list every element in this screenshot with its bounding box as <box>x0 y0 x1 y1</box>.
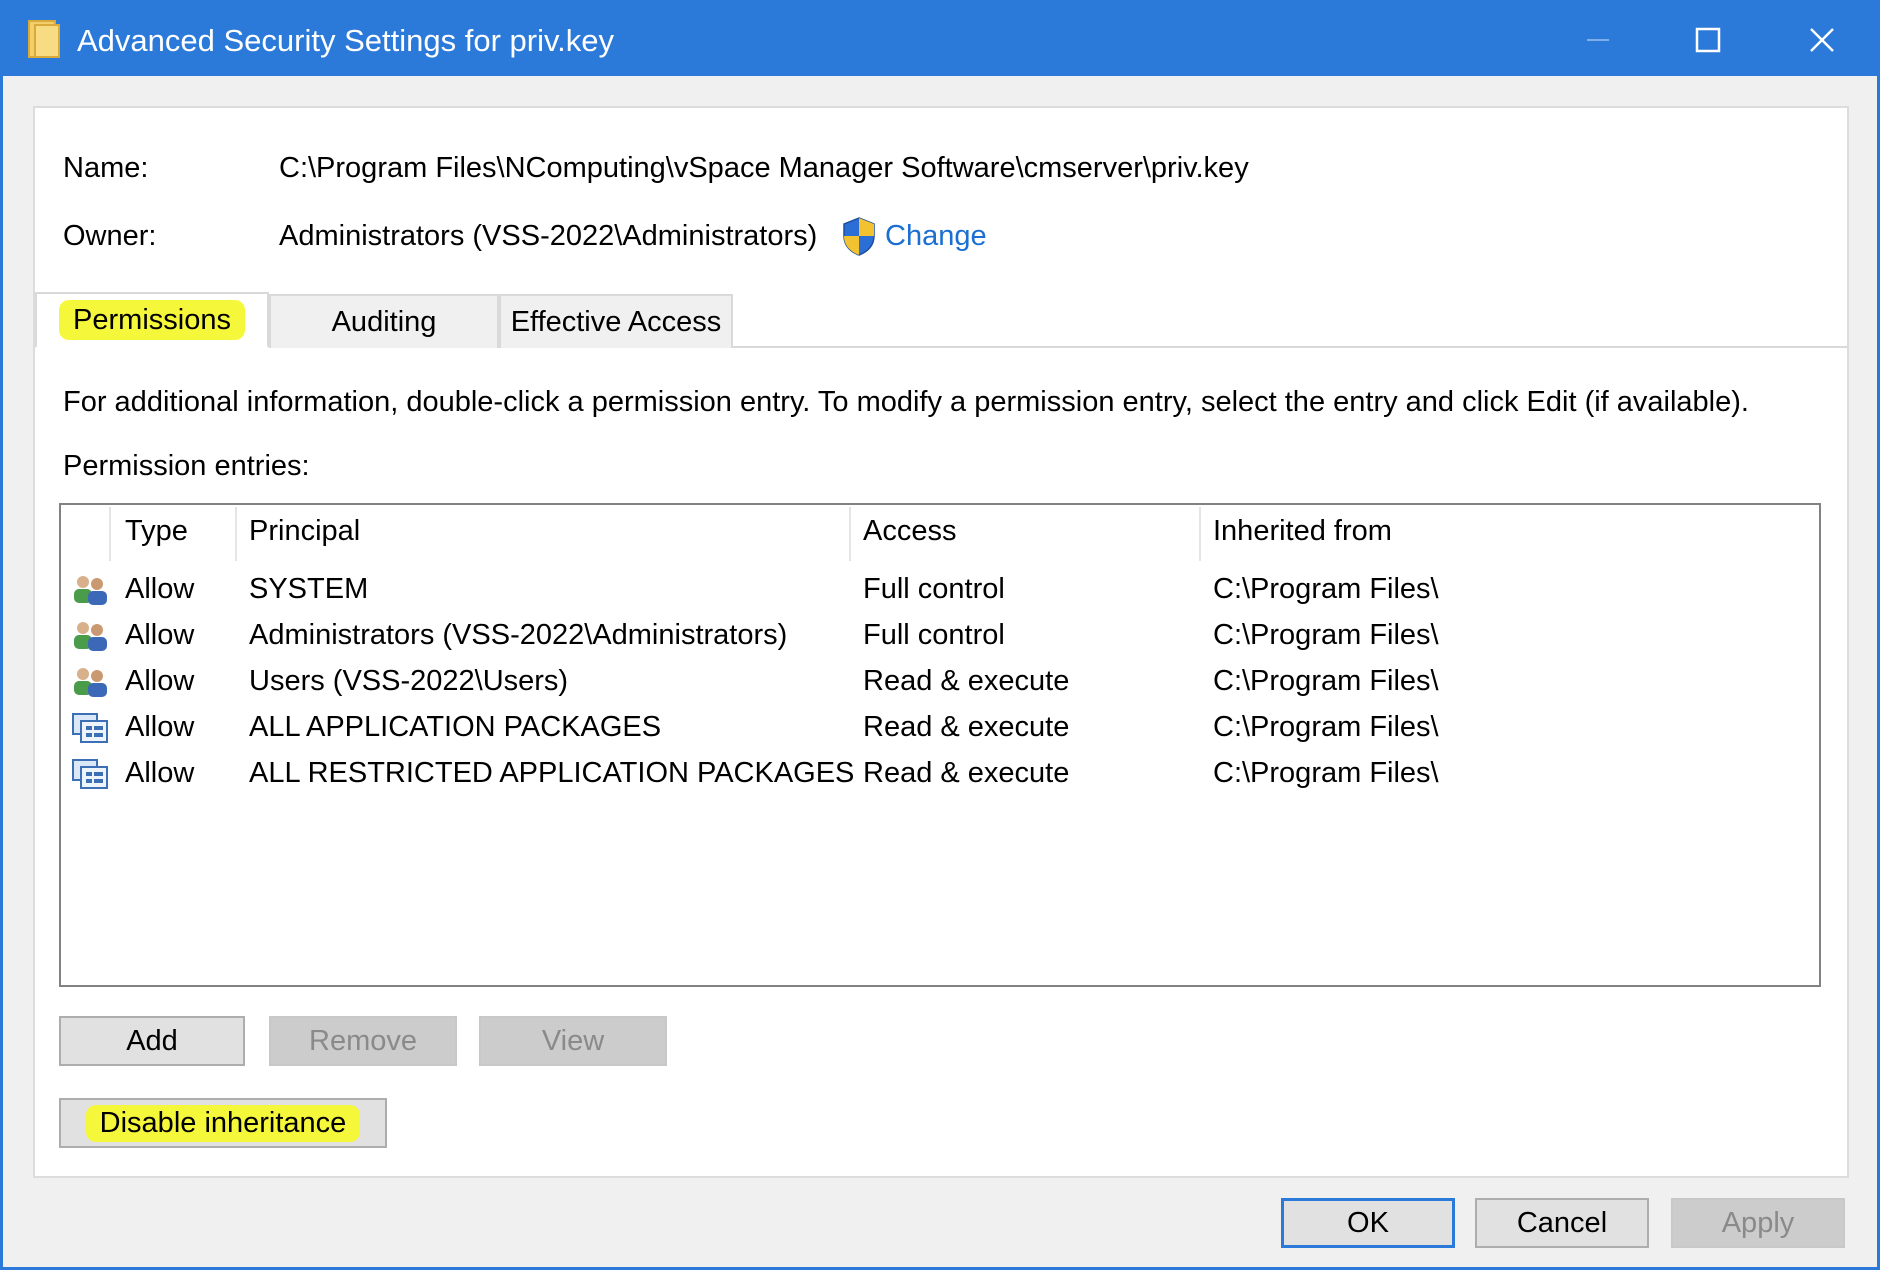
column-separator[interactable] <box>109 507 111 561</box>
ok-button[interactable]: OK <box>1281 1198 1455 1248</box>
info-text: For additional information, double-click… <box>63 386 1749 418</box>
tab-auditing-label: Auditing <box>331 306 437 338</box>
cell-type: Allow <box>125 757 195 789</box>
minimize-button[interactable] <box>1543 3 1653 76</box>
users-icon <box>74 576 107 605</box>
list-header: Type Principal Access Inherited from <box>61 505 1819 563</box>
cell-principal: Users (VSS-2022\Users) <box>249 665 569 697</box>
uac-shield-icon <box>843 217 875 256</box>
cell-access: Read & execute <box>863 665 1070 697</box>
remove-button[interactable]: Remove <box>269 1016 457 1066</box>
column-header-inherited[interactable]: Inherited from <box>1213 513 1392 549</box>
users-icon <box>74 668 107 697</box>
cell-type: Allow <box>125 573 195 605</box>
security-dialog: Advanced Security Settings for priv.key … <box>0 0 1880 1270</box>
cell-principal: SYSTEM <box>249 573 369 605</box>
name-value: C:\Program Files\NComputing\vSpace Manag… <box>279 152 1249 184</box>
column-separator[interactable] <box>235 507 237 561</box>
cell-type: Allow <box>125 711 195 743</box>
window-title: Advanced Security Settings for priv.key <box>77 23 615 58</box>
cell-access: Read & execute <box>863 757 1070 789</box>
cell-access: Read & execute <box>863 711 1070 743</box>
cell-access: Full control <box>863 619 1005 651</box>
tab-permissions[interactable]: Permissions <box>35 292 269 348</box>
main-panel: Name: C:\Program Files\NComputing\vSpace… <box>33 106 1849 1178</box>
cell-principal: Administrators (VSS-2022\Administrators) <box>249 619 788 651</box>
permission-entries-list[interactable]: Type Principal Access Inherited from All… <box>59 503 1821 987</box>
cancel-button[interactable]: Cancel <box>1475 1198 1649 1248</box>
disable-inheritance-button[interactable]: Disable inheritance <box>59 1098 387 1148</box>
users-icon <box>74 622 107 651</box>
cell-access: Full control <box>863 573 1005 605</box>
cell-inherited: C:\Program Files\ <box>1213 573 1439 605</box>
entries-label: Permission entries: <box>63 450 310 482</box>
tab-effective-access[interactable]: Effective Access <box>499 294 733 348</box>
apply-button[interactable]: Apply <box>1671 1198 1845 1248</box>
minimize-icon <box>1587 38 1609 41</box>
cell-type: Allow <box>125 665 195 697</box>
table-row[interactable]: Allow Administrators (VSS-2022\Administr… <box>61 613 1819 659</box>
tab-effective-access-label: Effective Access <box>510 306 722 338</box>
change-owner-link[interactable]: Change <box>885 218 987 254</box>
cell-type: Allow <box>125 619 195 651</box>
cell-principal: ALL RESTRICTED APPLICATION PACKAGES <box>249 757 855 789</box>
cell-inherited: C:\Program Files\ <box>1213 711 1439 743</box>
cell-principal: ALL APPLICATION PACKAGES <box>249 711 662 743</box>
column-header-type[interactable]: Type <box>125 513 188 549</box>
column-separator[interactable] <box>849 507 851 561</box>
column-separator[interactable] <box>1199 507 1201 561</box>
app-packages-icon <box>72 713 108 743</box>
cell-inherited: C:\Program Files\ <box>1213 757 1439 789</box>
title-bar[interactable]: Advanced Security Settings for priv.key <box>3 3 1877 76</box>
table-row[interactable]: Allow SYSTEM Full control C:\Program Fil… <box>61 567 1819 613</box>
table-row[interactable]: Allow ALL RESTRICTED APPLICATION PACKAGE… <box>61 751 1819 797</box>
maximize-icon <box>1695 27 1721 52</box>
disable-inheritance-label: Disable inheritance <box>85 1104 361 1142</box>
close-button[interactable] <box>1767 3 1877 76</box>
table-row[interactable]: Allow ALL APPLICATION PACKAGES Read & ex… <box>61 705 1819 751</box>
app-packages-icon <box>72 759 108 789</box>
table-row[interactable]: Allow Users (VSS-2022\Users) Read & exec… <box>61 659 1819 705</box>
view-button[interactable]: View <box>479 1016 667 1066</box>
owner-label: Owner: <box>63 220 157 252</box>
tab-permissions-label: Permissions <box>59 300 245 340</box>
column-header-access[interactable]: Access <box>863 513 956 549</box>
close-icon <box>1810 27 1834 52</box>
owner-value: Administrators (VSS-2022\Administrators) <box>279 220 818 252</box>
cell-inherited: C:\Program Files\ <box>1213 665 1439 697</box>
folder-icon <box>28 20 60 58</box>
name-label: Name: <box>63 152 149 184</box>
maximize-button[interactable] <box>1653 3 1763 76</box>
tab-auditing[interactable]: Auditing <box>269 294 499 348</box>
cell-inherited: C:\Program Files\ <box>1213 619 1439 651</box>
add-button[interactable]: Add <box>59 1016 245 1066</box>
column-header-principal[interactable]: Principal <box>249 513 360 549</box>
